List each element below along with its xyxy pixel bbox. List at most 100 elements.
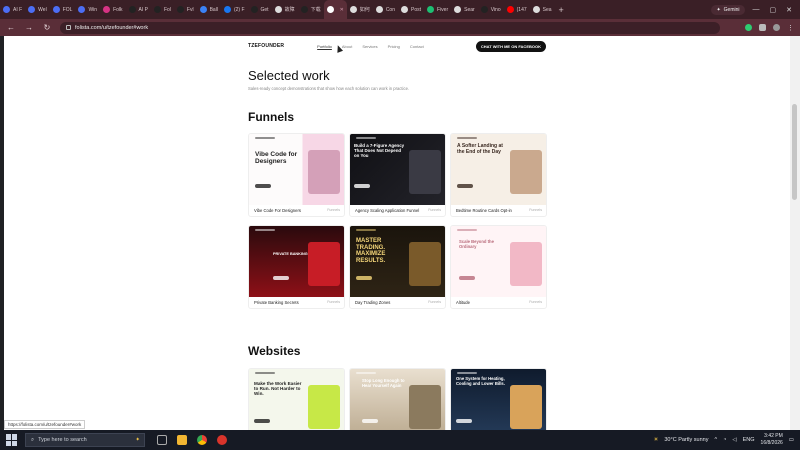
thumbnail-cta — [356, 276, 372, 280]
portfolio-card[interactable]: Stop Long Enough to Hear Yourself Again — [349, 368, 446, 430]
tab-label: AI F — [13, 6, 23, 13]
more-menu-icon[interactable]: ⋮ — [787, 24, 794, 32]
tab-label: Fiver — [437, 6, 449, 13]
portfolio-card[interactable]: Scale Beyond the Ordinary Altitude Funnels — [450, 225, 547, 309]
site-header: TZEFOUNDER Portfolio About Services Pricing… — [248, 40, 546, 52]
minimize-icon[interactable]: — — [753, 6, 760, 14]
browser-tab[interactable]: Ball — [197, 0, 221, 19]
chrome-icon[interactable] — [197, 435, 207, 445]
thumbnail-headline: Scale Beyond the Ordinary — [459, 239, 494, 249]
chat-facebook-button[interactable]: CHAT WITH ME ON FACEBOOK — [475, 40, 546, 52]
extension-icon[interactable] — [745, 24, 752, 31]
task-view-icon[interactable] — [157, 435, 167, 445]
portfolio-card[interactable]: MASTER TRADING. MAXIMIZE RESULTS. Day Tra… — [349, 225, 446, 309]
browser-tab[interactable]: Wel — [25, 0, 50, 19]
card-category-tag: Funnels — [327, 300, 340, 304]
browser-tab[interactable]: Get — [248, 0, 272, 19]
card-title: Vibe Code For Designers — [254, 208, 301, 213]
browser-tab[interactable]: AI P — [126, 0, 151, 19]
windows-start-icon[interactable] — [6, 434, 18, 446]
browser-tab[interactable]: Sear — [451, 0, 478, 19]
clock[interactable]: 3:42 PM 16/8/2026 — [761, 433, 783, 447]
browser-tab[interactable]: Folk — [100, 0, 125, 19]
site-menu-about[interactable]: About — [342, 44, 352, 49]
page-title: Selected work — [248, 68, 330, 83]
search-icon: ⌕ — [31, 436, 35, 443]
card-title: Private Banking Secrets — [254, 300, 299, 305]
puzzle-icon[interactable] — [759, 24, 766, 31]
browser-tab[interactable]: AI F — [0, 0, 25, 19]
network-icon[interactable]: ◔ — [723, 437, 726, 443]
site-menu: Portfolio About Services Pricing Contact — [317, 44, 424, 49]
reload-icon[interactable]: ↻ — [42, 23, 52, 32]
tray-arrow-icon[interactable]: ^ — [714, 437, 717, 443]
tab-favicon-icon — [103, 6, 111, 13]
back-icon[interactable]: ← — [6, 23, 16, 32]
browser-tab[interactable]: 如何 — [347, 0, 373, 19]
browser-tab[interactable]: ✕ — [323, 0, 347, 19]
thumbnail-nav-bar — [457, 229, 477, 231]
site-logo[interactable]: TZEFOUNDER — [248, 43, 284, 49]
maximize-icon[interactable]: ▢ — [770, 6, 777, 14]
browser-tab[interactable]: FOL — [50, 0, 76, 19]
page-scrollbar[interactable] — [790, 36, 800, 430]
portfolio-card[interactable]: Vibe Code for Designers Vibe Code For Des… — [248, 133, 345, 217]
thumbnail-cta — [273, 276, 289, 280]
thumbnail-cta — [255, 184, 271, 188]
browser-tab[interactable]: Fol — [151, 0, 174, 19]
portfolio-card[interactable]: Build a 7-Figure Agency That Does Not De… — [349, 133, 446, 217]
tab-label: 下载 — [310, 7, 321, 13]
file-explorer-icon[interactable] — [177, 435, 187, 445]
profile-avatar-icon[interactable] — [773, 24, 780, 31]
browser-tab[interactable]: Post — [398, 0, 424, 19]
site-menu-services[interactable]: Services — [362, 44, 377, 49]
thumbnail-hero-image — [308, 150, 340, 194]
tab-favicon-icon — [375, 6, 383, 13]
browser-tab[interactable]: Fiver — [424, 0, 451, 19]
scrollbar-thumb[interactable] — [792, 104, 797, 200]
tab-label: Sear — [464, 6, 475, 13]
browser-tab[interactable]: Fvl — [174, 0, 197, 19]
browser-tab[interactable]: (147 — [504, 0, 530, 19]
clock-date: 16/8/2026 — [760, 440, 783, 446]
language-indicator[interactable]: ENG — [743, 437, 755, 443]
weather-text[interactable]: 30°C Partly sunny — [664, 437, 708, 443]
address-bar[interactable]: folista.com/u/tzefounder#work — [60, 21, 720, 34]
site-menu-portfolio[interactable]: Portfolio — [317, 44, 332, 49]
portfolio-card[interactable]: Make the Work Easier to Run. Not Harder … — [248, 368, 345, 430]
thumbnail-hero-image — [510, 150, 542, 194]
portfolio-card[interactable]: PRIVATE BANKING Private Banking Secrets Fu… — [248, 225, 345, 309]
tab-favicon-icon — [401, 6, 408, 13]
card-thumbnail: One System for Heating, Cooling and Lowe… — [451, 369, 546, 430]
taskbar-search[interactable]: ⌕ Type here to search ✦ — [25, 433, 145, 447]
site-info-icon[interactable] — [66, 25, 71, 30]
portfolio-card[interactable]: One System for Heating, Cooling and Lowe… — [450, 368, 547, 430]
thumbnail-headline: A Softer Landing at the End of the Day — [457, 143, 503, 155]
browser-tab[interactable]: Win — [75, 0, 100, 19]
portfolio-card[interactable]: A Softer Landing at the End of the Day Be… — [450, 133, 547, 217]
tab-favicon-icon — [78, 6, 86, 13]
site-menu-contact[interactable]: Contact — [410, 44, 424, 49]
browser-tab[interactable]: Con — [373, 0, 398, 19]
gemini-label: Gemini — [723, 6, 740, 13]
thumbnail-cta — [457, 184, 473, 188]
notifications-icon[interactable]: ▭ — [789, 437, 794, 443]
site-menu-pricing[interactable]: Pricing — [388, 44, 400, 49]
tab-label: Fol — [163, 6, 171, 13]
close-tab-icon[interactable]: ✕ — [340, 7, 344, 13]
browser-tab[interactable]: Vino — [478, 0, 504, 19]
close-window-icon[interactable]: ✕ — [786, 6, 792, 14]
volume-icon[interactable]: ◁ — [732, 437, 736, 443]
recorder-icon[interactable] — [217, 435, 227, 445]
tab-label: Post — [411, 6, 422, 13]
url-text: folista.com/u/tzefounder#work — [75, 24, 149, 31]
browser-tab[interactable]: 下载 — [298, 0, 324, 19]
card-thumbnail: MASTER TRADING. MAXIMIZE RESULTS. — [350, 226, 445, 297]
forward-icon[interactable]: → — [24, 23, 34, 32]
browser-tab[interactable]: Sea — [530, 0, 555, 19]
browser-tab[interactable]: 故障 — [272, 0, 298, 19]
new-tab-icon[interactable]: + — [555, 5, 568, 15]
gemini-button[interactable]: ✦ Gemini — [711, 4, 745, 15]
thumbnail-cta — [254, 419, 270, 423]
browser-tab[interactable]: (2) F — [221, 0, 248, 19]
